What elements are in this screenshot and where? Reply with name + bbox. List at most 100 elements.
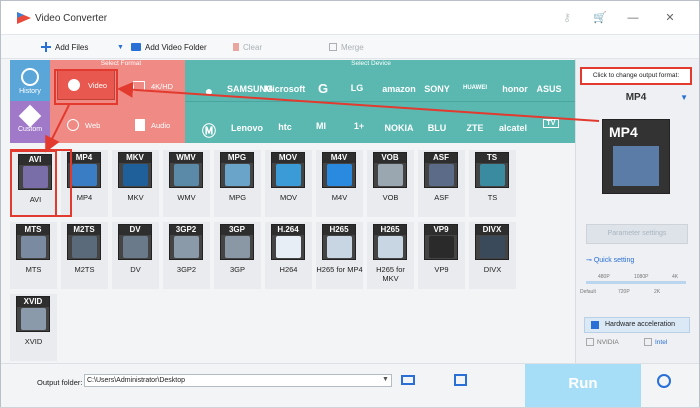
device-lg[interactable]: LG bbox=[335, 83, 379, 93]
film-icon bbox=[480, 164, 505, 186]
clear-button[interactable]: Clear bbox=[233, 41, 262, 53]
format-name: ASF bbox=[434, 193, 449, 202]
format-name: AVI bbox=[29, 195, 42, 204]
device-oneplus[interactable]: 1+ bbox=[337, 121, 381, 131]
merge-button[interactable]: Merge bbox=[329, 41, 364, 53]
format-thumbnail: H.264 bbox=[271, 224, 305, 260]
format-card-m2ts[interactable]: M2TS M2TS bbox=[61, 222, 108, 289]
format-thumbnail: M4V bbox=[322, 152, 356, 188]
run-button[interactable]: Run bbox=[525, 364, 641, 407]
format-name: MPG bbox=[228, 193, 247, 202]
q-720p: 720P bbox=[618, 289, 630, 295]
video-format-button[interactable]: Video bbox=[57, 70, 115, 100]
format-tag: VP9 bbox=[425, 225, 457, 235]
format-thumbnail: DIVX bbox=[475, 224, 509, 260]
film-icon bbox=[21, 236, 46, 258]
key-icon[interactable]: ⚷ bbox=[559, 11, 575, 25]
format-card-mov[interactable]: MOV MOV bbox=[265, 150, 312, 217]
format-tag: H.264 bbox=[272, 225, 304, 235]
format-card-vob[interactable]: VOB VOB bbox=[367, 150, 414, 217]
checkbox-icon bbox=[644, 338, 652, 346]
format-name: H265 for MKV bbox=[376, 265, 405, 283]
q-2k: 2K bbox=[654, 289, 661, 295]
q-1080p: 1080P bbox=[634, 274, 649, 280]
format-card-avi[interactable]: AVI AVI bbox=[10, 150, 57, 217]
app-window: Video Converter ⚷ 🛒 — ✕ Add Files ▼ Add … bbox=[0, 0, 700, 407]
device-huawei[interactable]: HUAWEI bbox=[453, 85, 497, 91]
format-card-dv[interactable]: DV DV bbox=[112, 222, 159, 289]
format-tag: ASF bbox=[425, 153, 457, 163]
web-icon bbox=[67, 119, 79, 131]
output-folder-input[interactable]: C:\Users\Administrator\Desktop bbox=[84, 374, 392, 387]
cart-icon[interactable]: 🛒 bbox=[592, 11, 608, 25]
format-name: H265 for MP4 bbox=[316, 265, 363, 274]
history-tab[interactable]: History bbox=[10, 60, 50, 101]
format-card-mts[interactable]: MTS MTS bbox=[10, 222, 57, 289]
open-folder-icon[interactable] bbox=[401, 375, 415, 385]
format-tag: M4V bbox=[323, 153, 355, 163]
film-icon bbox=[429, 236, 454, 258]
format-card-3gp[interactable]: 3GP 3GP bbox=[214, 222, 261, 289]
format-card-3gp2[interactable]: 3GP2 3GP2 bbox=[163, 222, 210, 289]
format-name: MTS bbox=[25, 265, 42, 274]
close-icon[interactable]: ✕ bbox=[662, 11, 678, 25]
format-tag: 3GP2 bbox=[170, 225, 202, 235]
format-card-mp4[interactable]: MP4 MP4 bbox=[61, 150, 108, 217]
format-thumbnail: MTS bbox=[16, 224, 50, 260]
chip-icon bbox=[591, 321, 599, 329]
hardware-acceleration-button[interactable]: Hardware acceleration bbox=[584, 317, 690, 333]
format-tag: MOV bbox=[272, 153, 304, 163]
parameter-settings-button[interactable]: Parameter settings bbox=[586, 224, 688, 244]
output-folder-browse-icon[interactable] bbox=[454, 374, 467, 386]
film-icon bbox=[23, 166, 48, 188]
custom-icon bbox=[18, 104, 42, 128]
q-4k: 4K bbox=[672, 274, 679, 280]
title-bar: Video Converter ⚷ 🛒 — ✕ bbox=[1, 1, 699, 35]
format-card-h265-for-mkv[interactable]: H265 H265 for MKV bbox=[367, 222, 414, 289]
nvidia-checkbox[interactable]: NVIDIA bbox=[586, 335, 619, 349]
output-format-selector[interactable]: MP4 ▼ bbox=[586, 92, 688, 108]
output-format-hint: Click to change output format: bbox=[580, 67, 692, 85]
history-label: History bbox=[19, 88, 41, 95]
add-files-button[interactable]: Add Files bbox=[41, 41, 88, 53]
audio-format-button[interactable]: Audio bbox=[135, 119, 170, 131]
output-format-thumbnail[interactable]: MP4 bbox=[602, 119, 670, 194]
film-icon bbox=[21, 308, 46, 330]
format-card-ts[interactable]: TS TS bbox=[469, 150, 516, 217]
format-card-divx[interactable]: DIVX DIVX bbox=[469, 222, 516, 289]
dropdown-arrow-icon: ▼ bbox=[117, 43, 124, 51]
4k-hd-button[interactable]: 4K/HD bbox=[133, 81, 173, 91]
trash-icon bbox=[233, 43, 239, 51]
format-card-m4v[interactable]: M4V M4V bbox=[316, 150, 363, 217]
minimize-icon[interactable]: — bbox=[625, 11, 641, 25]
intel-checkbox[interactable]: Intel bbox=[644, 335, 667, 349]
format-card-mpg[interactable]: MPG MPG bbox=[214, 150, 261, 217]
folder-dropdown-icon[interactable]: ▼ bbox=[382, 376, 389, 383]
device-apple[interactable]: ● bbox=[187, 83, 231, 99]
custom-tab[interactable]: Custom bbox=[10, 101, 50, 143]
format-card-h264[interactable]: H.264 H264 bbox=[265, 222, 312, 289]
format-tag: MP4 bbox=[68, 153, 100, 163]
device-tv[interactable]: TV bbox=[529, 117, 573, 128]
format-card-xvid[interactable]: XVID XVID bbox=[10, 294, 57, 361]
format-tag: MTS bbox=[17, 225, 49, 235]
add-folder-dropdown[interactable]: ▼ bbox=[117, 41, 124, 53]
web-format-button[interactable]: Web bbox=[67, 119, 100, 131]
format-name: XVID bbox=[24, 337, 43, 346]
device-asus[interactable]: ASUS bbox=[527, 84, 571, 94]
format-tag: XVID bbox=[17, 297, 49, 307]
quality-slider[interactable] bbox=[586, 281, 686, 284]
format-name: MOV bbox=[279, 193, 298, 202]
format-card-mkv[interactable]: MKV MKV bbox=[112, 150, 159, 217]
format-card-h265-for-mp4[interactable]: H265 H265 for MP4 bbox=[316, 222, 363, 289]
format-card-asf[interactable]: ASF ASF bbox=[418, 150, 465, 217]
add-video-folder-button[interactable]: Add Video Folder bbox=[131, 41, 207, 53]
format-card-vp9[interactable]: VP9 VP9 bbox=[418, 222, 465, 289]
slider-icon: ⊸ bbox=[586, 257, 594, 264]
format-card-wmv[interactable]: WMV WMV bbox=[163, 150, 210, 217]
alarm-clock-icon[interactable] bbox=[657, 374, 671, 388]
merge-icon bbox=[329, 43, 337, 51]
tv-icon-label: TV bbox=[542, 119, 560, 128]
format-tag: WMV bbox=[170, 153, 202, 163]
output-folder-label: Output folder: bbox=[37, 378, 83, 387]
